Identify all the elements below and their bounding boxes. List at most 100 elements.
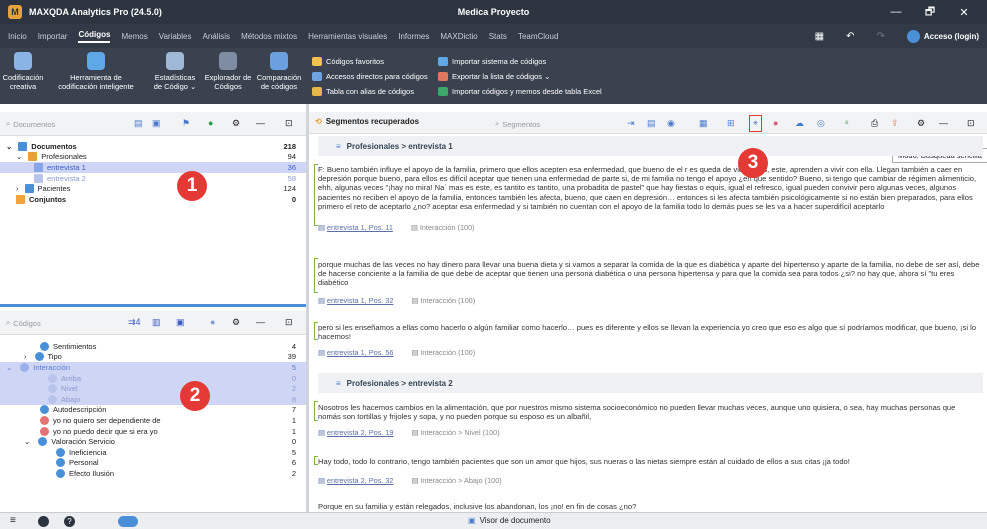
code-row[interactable]: Ineficiencia 5 bbox=[0, 447, 306, 458]
comment-icon[interactable]: ◉ bbox=[667, 118, 675, 129]
code-memo-icon[interactable]: ▥ bbox=[152, 317, 161, 328]
code-row[interactable]: Autodescripción 7 bbox=[0, 405, 306, 416]
group-header-entrevista-1[interactable]: ≡ Profesionales > entrevista 1 bbox=[318, 136, 983, 156]
simple-search-mode-icon[interactable]: ⌖ bbox=[749, 115, 763, 132]
tree-row-pacientes[interactable]: › Pacientes 124 bbox=[0, 183, 306, 194]
table-icon[interactable]: ⊞ bbox=[727, 118, 735, 129]
toggle-icon[interactable] bbox=[118, 516, 138, 527]
activate-icon[interactable]: ▣ bbox=[152, 118, 161, 129]
segment-item[interactable]: Nosotros les hacemos cambios en la alime… bbox=[318, 403, 980, 438]
code-row[interactable]: yo no puedo decir que si era yo 1 bbox=[0, 426, 306, 437]
circle-icon[interactable]: ◎ bbox=[817, 118, 825, 129]
menu-variables[interactable]: Variables bbox=[159, 32, 192, 41]
creative-coding-button[interactable]: Codificación creativa bbox=[2, 52, 44, 91]
maximize-panel-icon[interactable]: ⊡ bbox=[285, 118, 293, 129]
menu-icon[interactable]: ≡ bbox=[10, 515, 16, 526]
code-shortcuts-button[interactable]: Accesos directos para códigos bbox=[312, 69, 428, 84]
menu-stats[interactable]: Stats bbox=[489, 32, 507, 41]
segment-item[interactable]: Porque en su familia y están relegados, … bbox=[318, 502, 980, 511]
menu-maxdictio[interactable]: MAXDictio bbox=[440, 32, 477, 41]
docs-filter-icon[interactable]: ⇥ bbox=[627, 118, 635, 129]
minimize-panel-icon[interactable]: — bbox=[256, 118, 265, 128]
tree-row-documentos[interactable]: ⌄ Documentos 218 bbox=[0, 141, 306, 152]
code-row[interactable]: Arriba 0 bbox=[0, 372, 306, 384]
minimize-button[interactable]: — bbox=[879, 6, 913, 18]
menu-analisis[interactable]: Análisis bbox=[202, 32, 230, 41]
segment-source[interactable]: ▤ entrevista 1, Pos. 32 bbox=[318, 296, 393, 305]
grid-icon[interactable]: ▦ bbox=[815, 31, 824, 42]
code-row[interactable]: Sentimientos 4 bbox=[0, 341, 306, 352]
segment-item[interactable]: F: Bueno también influye el apoyo de la … bbox=[318, 165, 980, 232]
code-row[interactable]: Personal 6 bbox=[0, 458, 306, 469]
segment-item[interactable]: pero si les enseñamos a ellas como hacer… bbox=[318, 323, 980, 358]
document-viewer-button[interactable]: ▣ Visor de documento bbox=[468, 516, 551, 525]
login-button[interactable]: Acceso (login) bbox=[906, 29, 979, 43]
segment-item[interactable]: Hay todo, todo lo contrario, tengo tambi… bbox=[318, 457, 980, 485]
segments-search[interactable]: ⌕ Segmentos bbox=[495, 117, 559, 131]
maximize-panel-icon[interactable]: ⊡ bbox=[285, 317, 293, 328]
menu-memos[interactable]: Memos bbox=[121, 32, 147, 41]
segment-source[interactable]: ▤ entrevista 1, Pos. 11 bbox=[318, 223, 393, 232]
segment-source[interactable]: ▤ entrevista 2, Pos. 32 bbox=[318, 476, 393, 485]
menu-metodos-mixtos[interactable]: Métodos mixtos bbox=[241, 32, 297, 41]
tree-row-conjuntos[interactable]: Conjuntos 0 bbox=[0, 194, 306, 205]
menu-codigos[interactable]: Códigos bbox=[78, 30, 111, 43]
segment-source[interactable]: ▤ entrevista 2, Pos. 19 bbox=[318, 428, 393, 437]
panel-divider[interactable] bbox=[0, 304, 306, 307]
minimize-panel-icon[interactable]: — bbox=[939, 118, 948, 128]
import-code-system-button[interactable]: Importar sistema de códigos bbox=[438, 54, 602, 69]
gear-icon[interactable]: ⚙ bbox=[917, 118, 925, 129]
menu-herramientas-visuales[interactable]: Herramientas visuales bbox=[308, 32, 387, 41]
group-header-entrevista-2[interactable]: ≡ Profesionales > entrevista 2 bbox=[318, 373, 983, 393]
tree-row-entrevista-1[interactable]: entrevista 1 36 bbox=[0, 162, 306, 173]
codes-search[interactable]: ⌕ Códigos bbox=[6, 316, 76, 330]
menu-informes[interactable]: Informes bbox=[398, 32, 429, 41]
undo-icon[interactable]: ↶ bbox=[846, 31, 854, 42]
code-row[interactable]: Nivel 2 bbox=[0, 383, 306, 394]
import-excel-button[interactable]: Importar códigos y memos desde tabla Exc… bbox=[438, 84, 602, 99]
cloud-icon[interactable]: ☁ bbox=[795, 118, 804, 129]
menu-inicio[interactable]: Inicio bbox=[8, 32, 27, 41]
gear-icon[interactable]: ⚙ bbox=[232, 317, 240, 328]
code-row-interaccion[interactable]: ⌄ Interacción 5 bbox=[0, 362, 306, 373]
code-segments-icon[interactable]: ● bbox=[773, 118, 778, 128]
chat-icon[interactable] bbox=[38, 516, 49, 527]
alias-table-button[interactable]: Tabla con alias de códigos bbox=[312, 84, 428, 99]
filter-icon[interactable]: ⚑ bbox=[182, 118, 190, 129]
color-icon[interactable]: ● bbox=[210, 317, 215, 327]
favorite-codes-button[interactable]: Códigos favoritos bbox=[312, 54, 428, 69]
export-icon[interactable]: ⇪ bbox=[891, 118, 899, 129]
code-row[interactable]: › Tipo 39 bbox=[0, 352, 306, 363]
menu-teamcloud[interactable]: TeamCloud bbox=[518, 32, 558, 41]
weight-icon[interactable]: ⁶ bbox=[845, 118, 849, 128]
print-icon[interactable]: ⎙ bbox=[871, 118, 878, 129]
memo-icon[interactable]: ▦ bbox=[699, 118, 708, 129]
documents-search[interactable]: ⌕ Documentos bbox=[6, 117, 76, 131]
tree-row-profesionales[interactable]: ⌄ Profesionales 94 bbox=[0, 152, 306, 163]
codes-count-icon[interactable]: ⇉4 bbox=[128, 317, 141, 328]
export-code-list-button[interactable]: Exportar la lista de códigos ⌄ bbox=[438, 69, 602, 84]
documents-icon[interactable]: ▤ bbox=[134, 118, 143, 129]
show-doc-icon[interactable]: ▤ bbox=[647, 118, 656, 129]
maximize-button[interactable]: 🗗 bbox=[913, 3, 947, 22]
gear-icon[interactable]: ⚙ bbox=[232, 118, 240, 129]
code-row[interactable]: Abajo 8 bbox=[0, 393, 306, 405]
minimize-panel-icon[interactable]: — bbox=[256, 317, 265, 327]
menu-importar[interactable]: Importar bbox=[38, 32, 68, 41]
code-explorer-button[interactable]: Explorador de Códigos bbox=[203, 52, 253, 91]
segment-item[interactable]: porque muchas de las veces no hay dinero… bbox=[318, 260, 980, 305]
code-statistics-button[interactable]: Estadísticas de Código ⌄ bbox=[152, 52, 198, 91]
smart-coding-tool-button[interactable]: Herramienta de codificación inteligente bbox=[56, 52, 136, 91]
code-row[interactable]: Efecto Ilusión 2 bbox=[0, 468, 306, 479]
close-button[interactable]: ✕ bbox=[947, 6, 981, 19]
code-row[interactable]: ⌄ Valoración Servicio 0 bbox=[0, 436, 306, 447]
maximize-panel-icon[interactable]: ⊡ bbox=[967, 118, 975, 129]
code-comparison-button[interactable]: Comparación de códigos bbox=[256, 52, 302, 91]
segment-source[interactable]: ▤ entrevista 1, Pos. 56 bbox=[318, 348, 393, 357]
redo-icon[interactable]: ↷ bbox=[876, 31, 884, 42]
tree-row-entrevista-2[interactable]: entrevista 2 58 bbox=[0, 173, 306, 184]
code-row[interactable]: yo no quiero ser dependiente de 1 bbox=[0, 415, 306, 426]
code-filter-icon[interactable]: ▣ bbox=[176, 317, 185, 328]
add-icon[interactable]: ● bbox=[208, 118, 213, 128]
help-icon[interactable]: ? bbox=[64, 516, 75, 527]
